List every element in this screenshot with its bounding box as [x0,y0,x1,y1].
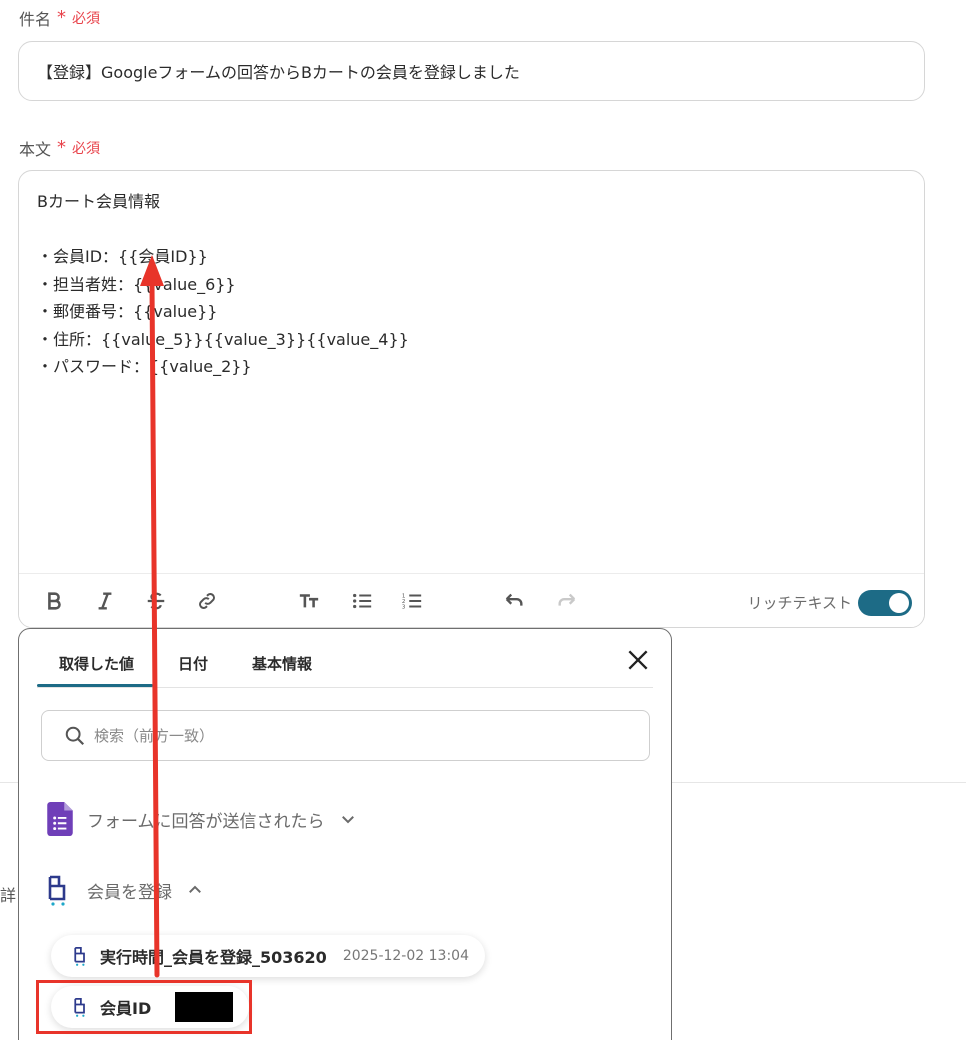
section-label: 会員を登録 [87,882,172,903]
value-chip-execution-time[interactable]: 実行時間_会員を登録_503620 2025-12-02 13:04 [51,935,485,977]
undo-icon[interactable] [501,588,527,614]
required-asterisk-icon: * [57,137,67,158]
editor-line: ・担当者姓：{{value_6}} [37,274,236,294]
bcart-icon [74,947,85,966]
required-asterisk-icon: * [57,7,67,28]
background-text-fragment: 詳 [0,886,17,905]
strikethrough-icon[interactable] [143,588,169,614]
editor-line: ・住所：{{value_5}}{{value_3}}{{value_4}} [37,329,409,349]
body-editor-content[interactable]: Bカート会員情報・会員ID：{{会員ID}} ・担当者姓：{{value_6}} ・… [37,188,906,381]
tab-retrieved-values[interactable]: 取得した値 [59,653,134,674]
subject-input[interactable]: 【登録】Googleフォームの回答からBカートの会員を登録しました [18,41,925,101]
rich-text-label: リッチテキスト [747,594,852,612]
value-picker-popup: 取得した値 日付 基本情報 フォームに回答が送信されたら 会員を登録 実 [18,628,672,1040]
search-field [41,710,650,761]
value-chip-label: 実行時間_会員を登録_503620 [100,948,327,967]
body-label-text: 本文 [19,140,52,159]
subject-required-badge: 必須 [72,11,101,27]
body-required-badge: 必須 [72,141,101,157]
chevron-down-icon [341,816,354,824]
subject-label-text: 件名 [19,10,52,29]
link-icon[interactable] [194,588,220,614]
rich-text-toggle[interactable] [858,590,912,616]
editor-line: Bカート会員情報 [37,192,160,211]
ordered-list-icon[interactable]: 123 [399,588,425,614]
tab-divider [37,687,653,688]
chevron-up-icon [189,885,201,893]
editor-line: ・パスワード：{{value_2}} [37,357,252,376]
bullet-list-icon[interactable] [349,588,375,614]
bcart-icon [48,875,66,906]
subject-label: 件名 * 必須 [19,6,100,30]
body-label: 本文 * 必須 [19,136,100,160]
value-chip-value: 2025-12-02 13:04 [342,948,469,964]
section-form-submitted[interactable]: フォームに回答が送信されたら [47,802,357,836]
body-editor[interactable]: Bカート会員情報・会員ID：{{会員ID}} ・担当者姓：{{value_6}} ・… [18,170,925,628]
editor-toolbar: 123 リッチテキスト [19,573,924,627]
section-register-member[interactable]: 会員を登録 [47,874,204,906]
search-icon [65,726,85,745]
section-label: フォームに回答が送信されたら [87,811,325,832]
editor-line: ・郵便番号：{{value}} [37,302,218,321]
bold-icon[interactable] [41,588,67,614]
close-icon[interactable] [625,647,651,673]
svg-text:3: 3 [402,604,406,610]
redo-icon[interactable] [554,588,580,614]
annotation-highlight-box [36,980,252,1034]
subject-input-value: 【登録】Googleフォームの回答からBカートの会員を登録しました [37,63,520,82]
italic-icon[interactable] [92,588,118,614]
tab-basic-info[interactable]: 基本情報 [252,653,312,674]
google-forms-icon [47,802,73,836]
text-size-icon[interactable] [296,588,322,614]
search-input[interactable] [94,726,574,745]
editor-line: ・会員ID：{{会員ID}} [37,247,208,266]
tab-date[interactable]: 日付 [178,653,208,674]
active-tab-indicator [37,684,153,687]
